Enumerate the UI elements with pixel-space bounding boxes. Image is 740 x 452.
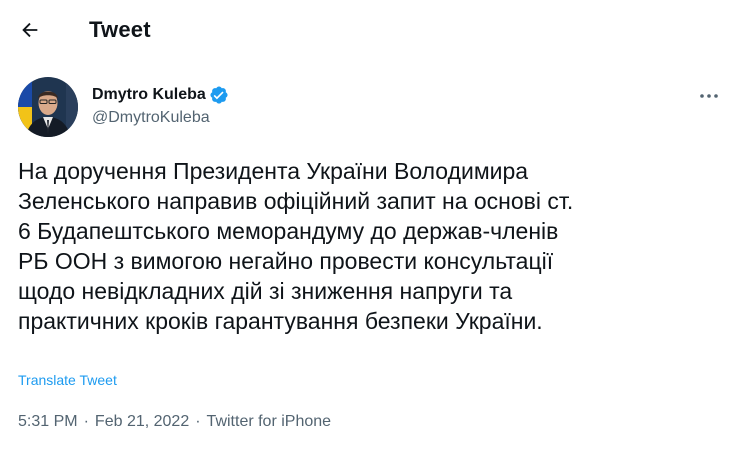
tweet-text: На доручення Президента України Володими… <box>18 158 574 334</box>
separator: · <box>83 413 89 430</box>
page-title: Tweet <box>89 17 151 42</box>
author-name-row: Dmytro Kuleba <box>92 84 229 106</box>
arrow-left-icon <box>19 19 41 41</box>
tweet-metadata: 5:31 PM · Feb 21, 2022 · Twitter for iPh… <box>18 412 331 432</box>
tweet-time[interactable]: 5:31 PM <box>18 412 78 432</box>
back-button[interactable] <box>12 12 48 48</box>
more-options-button[interactable] <box>692 83 726 107</box>
tweet-date[interactable]: Feb 21, 2022 <box>95 412 189 432</box>
top-bar: Tweet <box>0 0 740 60</box>
tweet-source[interactable]: Twitter for iPhone <box>207 412 332 432</box>
verified-badge-icon <box>209 85 229 105</box>
author-name[interactable]: Dmytro Kuleba <box>92 84 206 106</box>
avatar[interactable] <box>18 77 78 137</box>
translate-tweet-link[interactable]: Translate Tweet <box>18 371 117 389</box>
separator: · <box>195 413 201 430</box>
author-handle[interactable]: @DmytroKuleba <box>92 107 210 129</box>
more-horizontal-icon <box>699 86 719 104</box>
